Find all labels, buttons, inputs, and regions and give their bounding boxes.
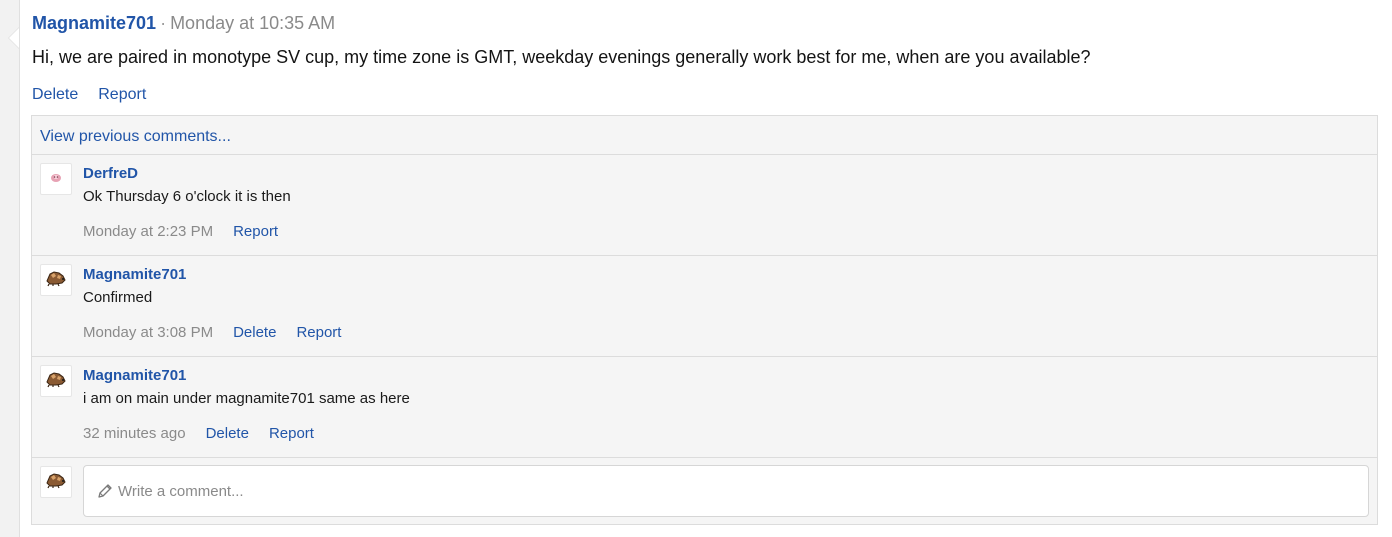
brown-creature-icon [44,471,68,494]
comment-time[interactable]: Monday at 3:08 PM [83,324,213,341]
post-body: Hi, we are paired in monotype SV cup, my… [32,47,1091,67]
comments-section: View previous comments... DerfreD Ok Thu… [31,115,1378,525]
comment-item: Magnamite701 Confirmed Monday at 3:08 PM… [32,256,1377,356]
speech-arrow [9,28,19,48]
comment-meta: Monday at 2:23 PM Report [83,223,298,240]
comment-text: Ok Thursday 6 o'clock it is then [83,188,291,205]
header-separator: · [160,13,167,33]
post-actions: Delete Report [32,86,166,104]
post-time[interactable]: Monday at 10:35 AM [170,13,335,33]
comment-author[interactable]: DerfreD [83,165,138,182]
avatar[interactable] [40,264,72,296]
comment-report-link[interactable]: Report [296,324,341,341]
comment-text: i am on main under magnamite701 same as … [83,390,410,407]
comment-author[interactable]: Magnamite701 [83,367,186,384]
comment-delete-link[interactable]: Delete [206,425,249,442]
view-previous-comments-link[interactable]: View previous comments... [40,128,231,146]
comment-time[interactable]: Monday at 2:23 PM [83,223,213,240]
comment-meta: 32 minutes ago Delete Report [83,425,334,442]
comment-input-placeholder: Write a comment... [118,482,244,500]
brown-creature-icon [44,269,68,292]
comment-report-link[interactable]: Report [269,425,314,442]
comment-report-link[interactable]: Report [233,223,278,240]
comment-time[interactable]: 32 minutes ago [83,425,186,442]
comment-item: DerfreD Ok Thursday 6 o'clock it is then… [32,155,1377,255]
post-report-link[interactable]: Report [98,86,146,103]
pencil-icon [96,482,114,500]
comment-text: Confirmed [83,289,153,306]
post-header: Magnamite701 · Monday at 10:35 AM [32,12,335,34]
post-delete-link[interactable]: Delete [32,86,78,103]
comment-item: Magnamite701 i am on main under magnamit… [32,357,1377,457]
comment-meta: Monday at 3:08 PM Delete Report [83,324,361,341]
post-author[interactable]: Magnamite701 [32,13,156,33]
avatar[interactable] [40,365,72,397]
comment-delete-link[interactable]: Delete [233,324,276,341]
pink-creature-icon [49,170,63,188]
comment-composer: Write a comment... [32,458,1377,524]
avatar [40,466,72,498]
comment-author[interactable]: Magnamite701 [83,266,186,283]
comment-input[interactable]: Write a comment... [83,465,1369,517]
avatar[interactable] [40,163,72,195]
brown-creature-icon [44,370,68,393]
